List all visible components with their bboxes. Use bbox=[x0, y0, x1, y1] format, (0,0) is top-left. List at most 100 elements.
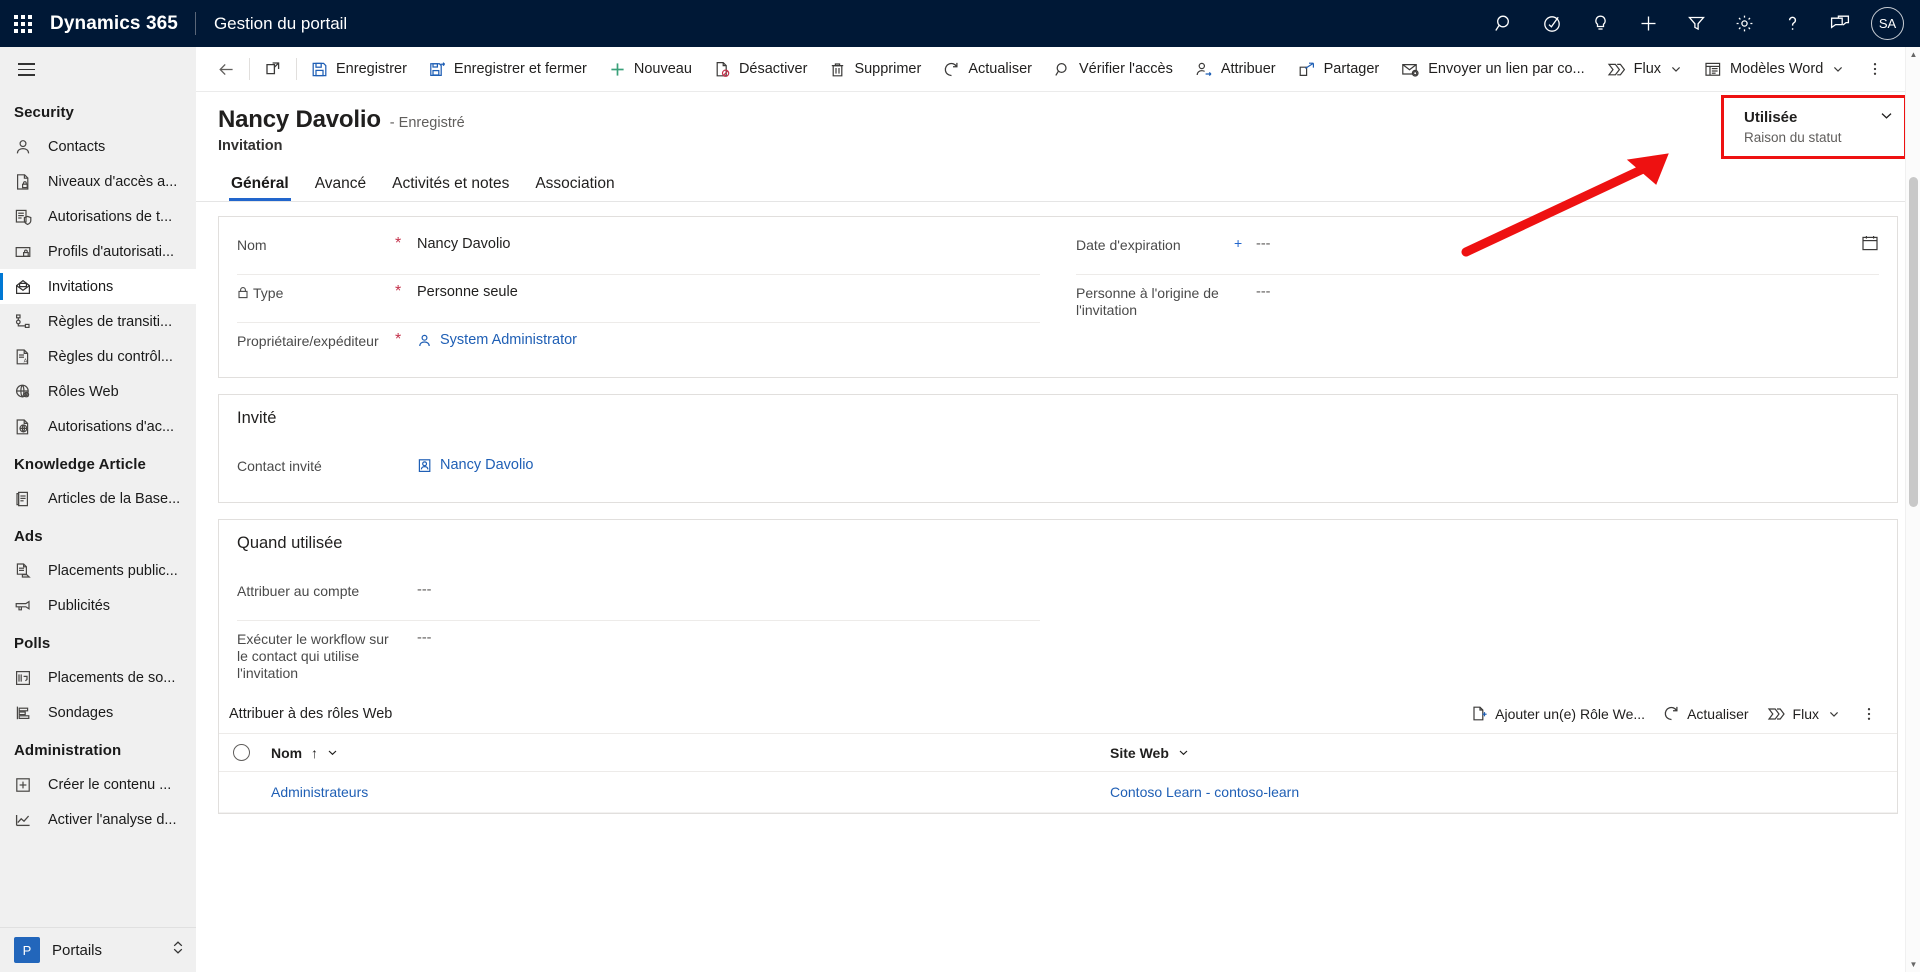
field-value-date-expiration[interactable]: --- bbox=[1256, 234, 1851, 252]
scroll-thumb[interactable] bbox=[1909, 177, 1918, 507]
send-link-button[interactable]: Envoyer un lien par co... bbox=[1390, 49, 1595, 89]
chevron-down-icon[interactable]: ▼ bbox=[1906, 957, 1920, 972]
sidebar-item-regles-transition[interactable]: Règles de transiti... bbox=[0, 304, 196, 339]
area-switcher[interactable]: P Portails bbox=[0, 927, 196, 972]
flow-button[interactable]: Flux bbox=[1596, 49, 1693, 89]
delete-button[interactable]: Supprimer bbox=[818, 49, 932, 89]
check-access-button[interactable]: Vérifier l'accès bbox=[1043, 49, 1184, 89]
required-marker: * bbox=[395, 331, 402, 348]
row-link-nom[interactable]: Administrateurs bbox=[271, 784, 368, 800]
list-shield-icon bbox=[14, 207, 35, 227]
record-form: Nancy Davolio - Enregistré Invitation Ut… bbox=[196, 92, 1920, 972]
lookup-link-contact-invite[interactable]: Nancy Davolio bbox=[417, 457, 534, 473]
share-button[interactable]: Partager bbox=[1287, 49, 1391, 89]
sidebar-item-niveaux-acces[interactable]: Niveaux d'accès a... bbox=[0, 164, 196, 199]
chevron-updown-icon bbox=[172, 940, 184, 960]
person-icon bbox=[417, 333, 432, 348]
column-header-site-web[interactable]: Site Web bbox=[1104, 734, 1897, 772]
sidebar-item-contacts[interactable]: Contacts bbox=[0, 129, 196, 164]
column-header-label: Nom bbox=[271, 744, 303, 761]
sidebar-item-label: Autorisations d'ac... bbox=[48, 418, 175, 435]
delete-label: Supprimer bbox=[854, 61, 922, 77]
deactivate-button[interactable]: Désactiver bbox=[703, 49, 819, 89]
new-button[interactable]: Nouveau bbox=[598, 49, 703, 89]
record-entity-name: Invitation bbox=[218, 138, 283, 154]
assign-button[interactable]: Attribuer bbox=[1184, 49, 1287, 89]
sidebar-item-publicites[interactable]: Publicités bbox=[0, 588, 196, 623]
back-arrow-icon[interactable] bbox=[206, 49, 246, 89]
save-and-close-button[interactable]: Enregistrer et fermer bbox=[418, 49, 598, 89]
subgrid-refresh-button[interactable]: Actualiser bbox=[1654, 698, 1757, 730]
search-icon[interactable] bbox=[1480, 0, 1528, 47]
vertical-scrollbar[interactable]: ▲ ▼ bbox=[1905, 47, 1920, 972]
subgrid-flow-button[interactable]: Flux bbox=[1758, 698, 1849, 730]
tab-general[interactable]: Général bbox=[218, 175, 302, 201]
help-icon[interactable] bbox=[1768, 0, 1816, 47]
select-circle-icon[interactable] bbox=[233, 744, 250, 761]
when-used-columns: Attribuer au compte --- Exécuter le work… bbox=[219, 563, 1897, 694]
chevron-down-icon bbox=[1670, 63, 1682, 75]
feedback-icon[interactable] bbox=[1816, 0, 1864, 47]
sidebar-item-placements-sondages[interactable]: Placements de so... bbox=[0, 660, 196, 695]
sidebar-item-sondages[interactable]: Sondages bbox=[0, 695, 196, 730]
chevron-up-icon[interactable]: ▲ bbox=[1906, 47, 1920, 62]
calendar-icon[interactable] bbox=[1851, 234, 1879, 257]
sidebar-nav: Security Contacts Niveaux d'accès a... A… bbox=[0, 92, 196, 922]
field-value-personne-origine[interactable]: --- bbox=[1256, 282, 1879, 300]
field-value-nom[interactable]: Nancy Davolio bbox=[417, 234, 1040, 252]
tab-association[interactable]: Association bbox=[522, 175, 627, 201]
row-select-cell[interactable] bbox=[219, 771, 265, 813]
sidebar-item-autorisations-table[interactable]: Autorisations de t... bbox=[0, 199, 196, 234]
refresh-button[interactable]: Actualiser bbox=[932, 49, 1043, 89]
field-label: Date d'expiration bbox=[1076, 237, 1181, 253]
required-marker bbox=[1234, 282, 1256, 283]
chevron-down-icon[interactable] bbox=[1879, 108, 1894, 127]
waffle-button[interactable] bbox=[0, 0, 46, 47]
select-all-cell[interactable] bbox=[219, 734, 265, 772]
sidebar-group-title: Ads bbox=[14, 528, 43, 545]
open-in-new-icon[interactable] bbox=[253, 49, 293, 89]
status-reason-field[interactable]: Utilisée Raison du statut bbox=[1730, 102, 1898, 151]
more-vertical-icon[interactable] bbox=[1855, 49, 1895, 89]
sidebar-item-regles-controle[interactable]: A Règles du contrôl... bbox=[0, 339, 196, 374]
save-close-icon bbox=[429, 61, 446, 78]
chevron-down-icon bbox=[1832, 63, 1844, 75]
tab-avance[interactable]: Avancé bbox=[302, 175, 379, 201]
grid-header-row: Nom ↑ Site Web bbox=[219, 734, 1897, 772]
field-value-attribuer-au-compte[interactable]: --- bbox=[417, 580, 1040, 598]
sidebar-item-autorisations-acces[interactable]: Autorisations d'ac... bbox=[0, 409, 196, 444]
save-button[interactable]: Enregistrer bbox=[300, 49, 418, 89]
filter-icon[interactable] bbox=[1672, 0, 1720, 47]
sidebar-collapse-button[interactable] bbox=[0, 47, 196, 92]
assistant-icon[interactable] bbox=[1528, 0, 1576, 47]
column-header-nom[interactable]: Nom ↑ bbox=[265, 734, 1104, 772]
sidebar-item-placements-publicitaires[interactable]: Placements public... bbox=[0, 553, 196, 588]
svg-text:A: A bbox=[24, 358, 28, 364]
sidebar-item-profils-autorisation[interactable]: Profils d'autorisati... bbox=[0, 234, 196, 269]
subgrid-more-vertical-icon[interactable] bbox=[1849, 694, 1889, 734]
lookup-link-proprietaire[interactable]: System Administrator bbox=[417, 332, 577, 348]
sidebar-item-activer-analyse[interactable]: Activer l'analyse d... bbox=[0, 802, 196, 837]
field-value-executer-workflow[interactable]: --- bbox=[417, 628, 1040, 646]
sidebar-item-creer-contenu[interactable]: Créer le contenu ... bbox=[0, 767, 196, 802]
tab-activites-notes[interactable]: Activités et notes bbox=[379, 175, 522, 201]
plus-icon[interactable] bbox=[1624, 0, 1672, 47]
table-row[interactable]: Administrateurs Contoso Learn - contoso-… bbox=[219, 771, 1897, 813]
field-attribuer-au-compte: Attribuer au compte --- bbox=[237, 573, 1040, 621]
sidebar-item-articles-base[interactable]: Articles de la Base... bbox=[0, 481, 196, 516]
ad-placement-icon bbox=[14, 561, 35, 581]
add-existing-webrole-button[interactable]: Ajouter un(e) Rôle We... bbox=[1462, 698, 1654, 730]
row-link-site-web[interactable]: Contoso Learn - contoso-learn bbox=[1110, 784, 1299, 800]
app-name[interactable]: Gestion du portail bbox=[196, 14, 347, 34]
word-templates-button[interactable]: Modèles Word bbox=[1693, 49, 1855, 89]
avatar[interactable]: SA bbox=[1871, 7, 1904, 40]
sidebar-item-invitations[interactable]: Invitations bbox=[0, 269, 196, 304]
sidebar-item-label: Sondages bbox=[48, 704, 114, 721]
lightbulb-icon[interactable] bbox=[1576, 0, 1624, 47]
general-right-column: Date d'expiration + --- Personne à l'ori… bbox=[1058, 217, 1897, 377]
share-icon bbox=[1298, 61, 1316, 78]
gear-icon[interactable] bbox=[1720, 0, 1768, 47]
sidebar-item-roles-web[interactable]: Rôles Web bbox=[0, 374, 196, 409]
chevron-down-icon[interactable] bbox=[1178, 745, 1189, 761]
chevron-down-icon[interactable] bbox=[327, 745, 338, 761]
